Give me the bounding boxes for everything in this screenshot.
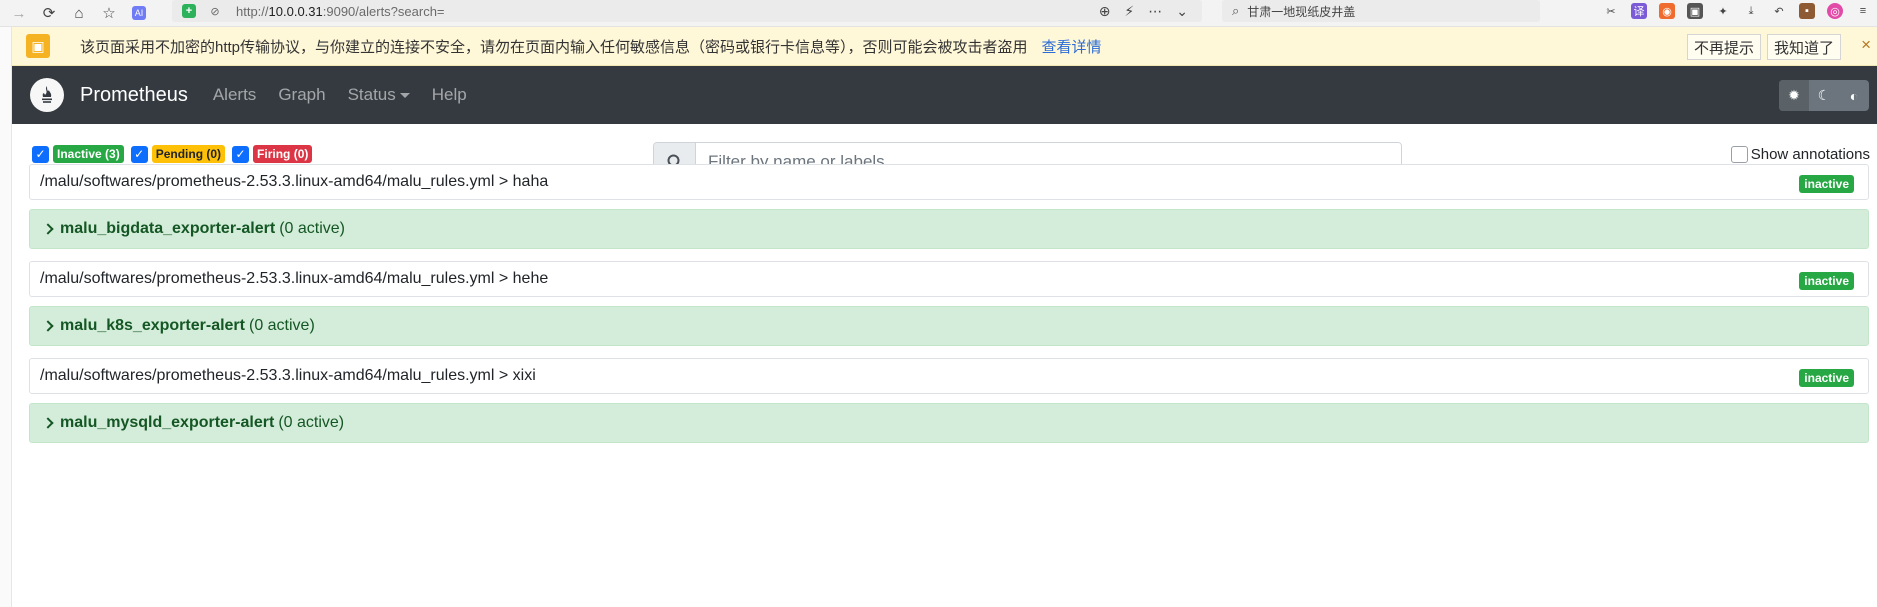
- chevron-right-icon: [42, 417, 54, 429]
- alert-group-name: malu_mysqld_exporter-alert: [60, 414, 275, 431]
- lightning-icon[interactable]: ⚡: [1124, 3, 1134, 20]
- browser-nav-controls: → ⟳ ⌂ ☆ AI: [0, 2, 150, 24]
- address-bar-actions: ⊕ ⚡ ⋯ ⌄: [1099, 3, 1202, 20]
- alert-group-count: (0 active): [279, 220, 345, 237]
- alert-group-count: (0 active): [248, 317, 315, 334]
- caret-down-icon: [399, 93, 410, 99]
- home-icon[interactable]: ⌂: [68, 2, 90, 24]
- show-annotations-label: Show annotations: [1750, 146, 1870, 163]
- ai-icon[interactable]: AI: [128, 2, 150, 24]
- rule-file-path: /malu/softwares/prometheus-2.53.3.linux-…: [40, 367, 536, 384]
- brand-title[interactable]: Prometheus: [80, 84, 188, 107]
- scissors-icon[interactable]: ✂: [1603, 3, 1619, 19]
- insecure-lock-icon[interactable]: ⊘: [206, 4, 224, 18]
- address-bar[interactable]: + ⊘ http://10.0.0.31:9090/alerts?search=…: [172, 0, 1202, 22]
- chevron-down-icon[interactable]: ⌄: [1176, 3, 1188, 20]
- theme-toggle-group: ✹ ☾ ◐: [1779, 80, 1869, 111]
- close-icon[interactable]: ×: [1861, 35, 1871, 55]
- status-badge: inactive: [1799, 175, 1854, 193]
- nav-alerts[interactable]: Alerts: [213, 85, 256, 105]
- view-details-link[interactable]: 查看详情: [1042, 36, 1102, 57]
- show-annotations-toggle[interactable]: Show annotations: [1730, 146, 1870, 163]
- browser-sidebar-edge: [0, 27, 12, 607]
- back-arrow-icon[interactable]: →: [8, 2, 30, 24]
- moon-icon[interactable]: ☾: [1809, 80, 1839, 111]
- status-badge: inactive: [1799, 272, 1854, 290]
- rule-file-path: /malu/softwares/prometheus-2.53.3.linux-…: [40, 270, 549, 287]
- alert-group-row[interactable]: malu_bigdata_exporter-alert (0 active): [29, 209, 1869, 249]
- alert-group-count: (0 active): [278, 414, 345, 431]
- nav-status-label: Status: [347, 85, 396, 104]
- inactive-badge: Inactive (3): [53, 145, 124, 163]
- game-icon[interactable]: ◉: [1659, 3, 1675, 19]
- profile-icon[interactable]: ◎: [1827, 3, 1843, 19]
- undo-icon[interactable]: ↶: [1771, 3, 1787, 19]
- alert-group-row[interactable]: malu_mysqld_exporter-alert (0 active): [29, 403, 1869, 443]
- state-filters: ✓ Inactive (3) ✓ Pending (0) ✓ Firing (0…: [32, 145, 315, 163]
- firing-checkbox[interactable]: ✓: [232, 145, 250, 163]
- reload-icon[interactable]: ⟳: [38, 2, 60, 24]
- rule-file-header: /malu/softwares/prometheus-2.53.3.linux-…: [29, 164, 1869, 200]
- favorites-star-icon[interactable]: ☆: [98, 2, 120, 24]
- rule-file-header: /malu/softwares/prometheus-2.53.3.linux-…: [29, 358, 1869, 394]
- menu-icon[interactable]: ≡: [1855, 3, 1871, 19]
- firing-badge: Firing (0): [253, 145, 313, 163]
- sun-icon[interactable]: ✹: [1779, 80, 1809, 111]
- half-circle-icon[interactable]: ◐: [1839, 80, 1869, 111]
- chevron-right-icon: [42, 320, 54, 332]
- download-icon[interactable]: ⤓: [1743, 3, 1759, 19]
- alert-group-row[interactable]: malu_k8s_exporter-alert (0 active): [29, 306, 1869, 346]
- search-icon: ⌕: [1232, 3, 1240, 18]
- nav-graph[interactable]: Graph: [278, 85, 325, 105]
- pending-checkbox[interactable]: ✓: [130, 145, 148, 163]
- url-text[interactable]: http://10.0.0.31:9090/alerts?search=: [236, 4, 445, 19]
- browser-search-text: 甘肃一地现纸皮井盖: [1247, 4, 1356, 19]
- nav-help[interactable]: Help: [432, 85, 467, 105]
- no-remind-button[interactable]: 不再提示: [1686, 34, 1761, 60]
- translate-icon[interactable]: 译: [1631, 3, 1647, 19]
- window-icon[interactable]: ▣: [1687, 3, 1703, 19]
- browser-search-box[interactable]: ⌕ 甘肃一地现纸皮井盖: [1222, 0, 1540, 22]
- briefcase-icon[interactable]: ▪: [1799, 3, 1815, 19]
- warning-icon: ▣: [26, 34, 50, 58]
- browser-toolbar: → ⟳ ⌂ ☆ AI + ⊘ http://10.0.0.31:9090/ale…: [0, 0, 1877, 27]
- chevron-right-icon: [42, 223, 54, 235]
- status-badge: inactive: [1799, 369, 1854, 387]
- inactive-checkbox[interactable]: ✓: [32, 145, 49, 163]
- zoom-icon[interactable]: ⊕: [1099, 3, 1111, 20]
- got-it-button[interactable]: 我知道了: [1766, 34, 1841, 60]
- puzzle-icon[interactable]: ✦: [1715, 3, 1731, 19]
- extension-icons: ✂ 译 ◉ ▣ ✦ ⤓ ↶ ▪ ◎ ≡: [1603, 0, 1871, 22]
- alert-group-name: malu_k8s_exporter-alert: [60, 317, 245, 334]
- pending-badge: Pending (0): [151, 145, 226, 163]
- nav-status-dropdown[interactable]: Status: [348, 85, 410, 105]
- prometheus-logo-icon[interactable]: [30, 78, 64, 112]
- show-annotations-checkbox[interactable]: [1730, 146, 1748, 163]
- warning-text: 该页面采用不加密的http传输协议，与你建立的连接不安全，请勿在页面内输入任何敏…: [80, 38, 1028, 56]
- rule-file-header: /malu/softwares/prometheus-2.53.3.linux-…: [29, 261, 1869, 297]
- rule-file-path: /malu/softwares/prometheus-2.53.3.linux-…: [40, 173, 549, 190]
- shield-icon: +: [182, 4, 196, 18]
- more-icon[interactable]: ⋯: [1148, 3, 1162, 20]
- alert-group-name: malu_bigdata_exporter-alert: [60, 220, 276, 237]
- insecure-connection-warning: ▣ 该页面采用不加密的http传输协议，与你建立的连接不安全，请勿在页面内输入任…: [12, 27, 1877, 66]
- alerts-page: ✓ Inactive (3) ✓ Pending (0) ✓ Firing (0…: [12, 124, 1877, 607]
- prometheus-navbar: Prometheus Alerts Graph Status Help ✹ ☾ …: [12, 66, 1877, 124]
